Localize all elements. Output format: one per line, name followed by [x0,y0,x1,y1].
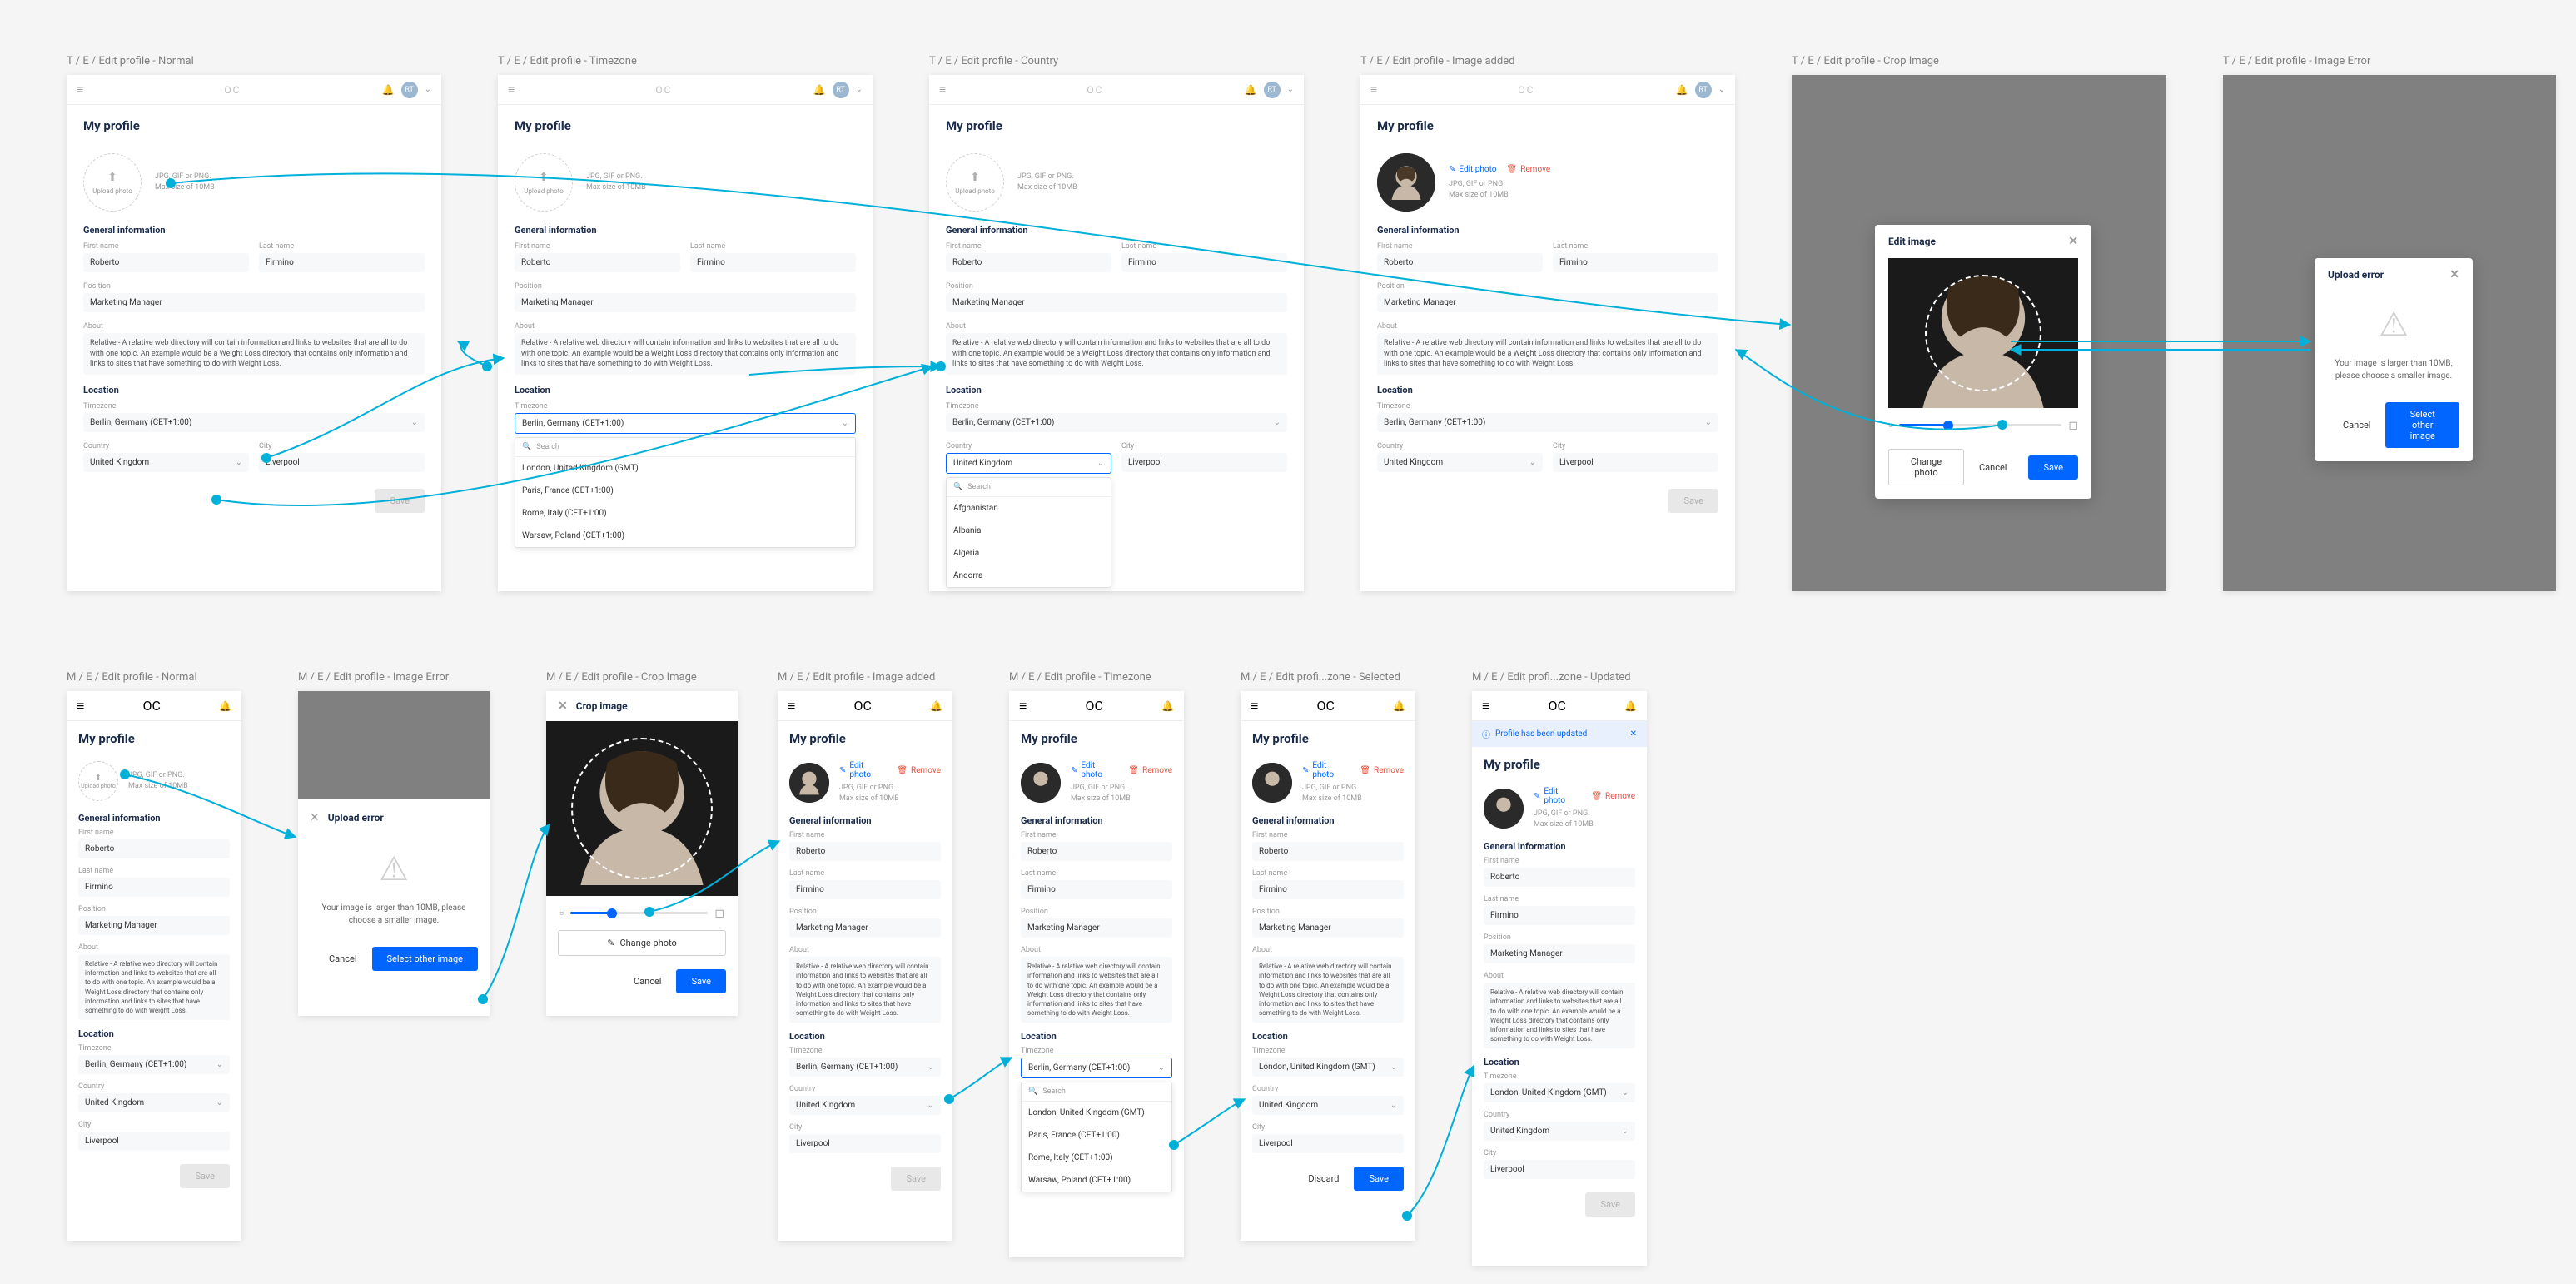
close-icon[interactable]: ✕ [558,699,568,713]
section-location: Location [67,385,441,402]
topbar: ≡ OC 🔔 RT ⌄ [67,75,441,105]
country-select[interactable]: United Kingdom⌄ [946,453,1111,474]
artboard-m-timezone: M / E / Edit profile - Timezone ≡OC🔔 My … [1009,691,1184,1257]
pencil-icon: ✎ [607,938,614,948]
edit-photo-link[interactable]: ✎Edit photo [1449,165,1497,174]
modal-title: Edit image [1888,236,1936,247]
first-name-input[interactable]: Roberto [83,253,249,272]
menu-icon[interactable]: ≡ [77,82,83,97]
artboard-t-crop: T / E / Edit profile - Crop Image Edit i… [1792,75,2166,591]
search-icon: 🔍 [522,443,531,451]
image-icon: ▫ [1888,418,1892,432]
about-textarea[interactable]: Relative - A relative web directory will… [83,333,425,375]
crop-modal: Edit image✕ ▫◻ Change photo Cancel Save [1875,225,2091,499]
artboard-m-normal: M / E / Edit profile - Normal ≡OC🔔 My pr… [67,691,241,1241]
cancel-button[interactable]: Cancel [2328,413,2385,437]
remove-photo-link[interactable]: 🗑Remove [1507,165,1551,174]
country-dropdown: 🔍Search Afghanistan Albania Algeria Ando… [946,477,1111,588]
bell-icon[interactable]: 🔔 [813,84,826,96]
pencil-icon: ✎ [1449,165,1455,174]
upload-photo-button[interactable]: ⬆ Upload photo [83,153,142,212]
logo: OC [224,84,241,96]
artboard-label: T / E / Edit profile - Normal [67,55,194,67]
image-icon: ◻ [2068,419,2078,432]
avatar[interactable]: RT [401,82,418,98]
section-general: General information [67,225,441,242]
chevron-down-icon[interactable]: ⌄ [425,85,431,94]
close-icon[interactable]: ✕ [2449,268,2459,281]
profile-avatar [1377,153,1435,212]
modal-title: Upload error [2328,269,2384,281]
artboard-m-error: M / E / Edit profile - Image Error ✕Uplo… [298,691,490,1016]
menu-icon[interactable]: ≡ [508,82,515,97]
upload-photo-button[interactable]: ⬆Upload photo [515,153,573,212]
page-title: My profile [67,105,441,143]
artboard-t-timezone: T / E / Edit profile - Timezone ≡OC🔔RT⌄ … [498,75,873,591]
trash-icon: 🗑 [1507,165,1518,174]
save-button[interactable]: Save [375,489,425,513]
save-button[interactable]: Save [1354,1167,1404,1191]
change-photo-button[interactable]: ✎Change photo [558,930,726,956]
upload-icon: ⬆ [107,171,117,184]
bell-icon[interactable]: 🔔 [382,84,395,96]
save-button[interactable]: Save [2028,455,2078,480]
crop-image[interactable] [546,721,738,896]
select-other-button[interactable]: Select other image [2385,402,2459,448]
timezone-select[interactable]: Berlin, Germany (CET+1:00)⌄ [515,413,856,434]
upload-hint: JPG, GIF or PNG.Max size of 10MB [155,172,215,192]
error-modal: Upload error ✕ ⚠ Your image is larger tha… [2315,258,2473,461]
bell-icon[interactable]: 🔔 [219,700,231,712]
artboard-m-crop: M / E / Edit profile - Crop Image ✕Crop … [546,691,738,1016]
success-banner: ⓘProfile has been updated✕ [1472,721,1647,747]
close-icon[interactable]: ✕ [2068,235,2078,248]
city-input[interactable]: Liverpool [259,453,425,472]
timezone-dropdown: 🔍Search London, United Kingdom (GMT) Par… [515,437,856,548]
crop-image[interactable] [1888,258,2078,408]
change-photo-button[interactable]: Change photo [1888,449,1964,485]
close-icon[interactable]: ✕ [310,811,320,824]
discard-button[interactable]: Discard [1293,1167,1354,1191]
dropdown-search[interactable]: 🔍Search [515,438,855,457]
menu-icon[interactable]: ≡ [77,698,84,714]
upload-photo-button[interactable]: ⬆Upload photo [78,761,118,801]
close-icon[interactable]: ✕ [1630,729,1637,739]
artboard-t-image-added: T / E / Edit profile - Image added ≡OC🔔R… [1360,75,1735,591]
artboard-t-error: T / E / Edit profile - Image Error Uploa… [2223,75,2556,591]
country-select[interactable]: United Kingdom⌄ [83,453,249,472]
position-input[interactable]: Marketing Manager [83,293,425,312]
artboard-label: T / E / Edit profile - Timezone [498,55,637,67]
error-message: Your image is larger than 10MB, please c… [2315,357,2473,396]
artboard-t-normal: T / E / Edit profile - Normal ≡ OC 🔔 RT … [67,75,441,591]
dropdown-item[interactable]: Paris, France (CET+1:00) [515,480,855,502]
dropdown-item[interactable]: London, United Kingdom (GMT) [515,457,855,480]
zoom-slider[interactable]: ▫◻ [1875,408,2091,442]
artboard-t-country: T / E / Edit profile - Country ≡OC🔔RT⌄ M… [929,75,1304,591]
dropdown-item[interactable]: Rome, Italy (CET+1:00) [515,502,855,525]
warning-icon: ⚠ [298,849,490,888]
profile-avatar [789,763,829,803]
warning-icon: ⚠ [2315,305,2473,344]
cancel-button[interactable]: Cancel [1964,455,2022,480]
timezone-select[interactable]: Berlin, Germany (CET+1:00)⌄ [1021,1058,1172,1078]
last-name-input[interactable]: Firmino [259,253,425,272]
artboard-m-tz-selected: M / E / Edit profi...zone - Selected ≡OC… [1241,691,1415,1241]
artboard-m-image-added: M / E / Edit profile - Image added ≡OC🔔 … [778,691,952,1241]
timezone-select[interactable]: Berlin, Germany (CET+1:00)⌄ [83,413,425,432]
dropdown-item[interactable]: Warsaw, Poland (CET+1:00) [515,525,855,547]
info-icon: ⓘ [1482,728,1490,740]
zoom-slider[interactable]: ▫◻ [546,896,738,930]
artboard-m-tz-updated: M / E / Edit profi...zone - Updated ≡OC🔔… [1472,691,1647,1266]
